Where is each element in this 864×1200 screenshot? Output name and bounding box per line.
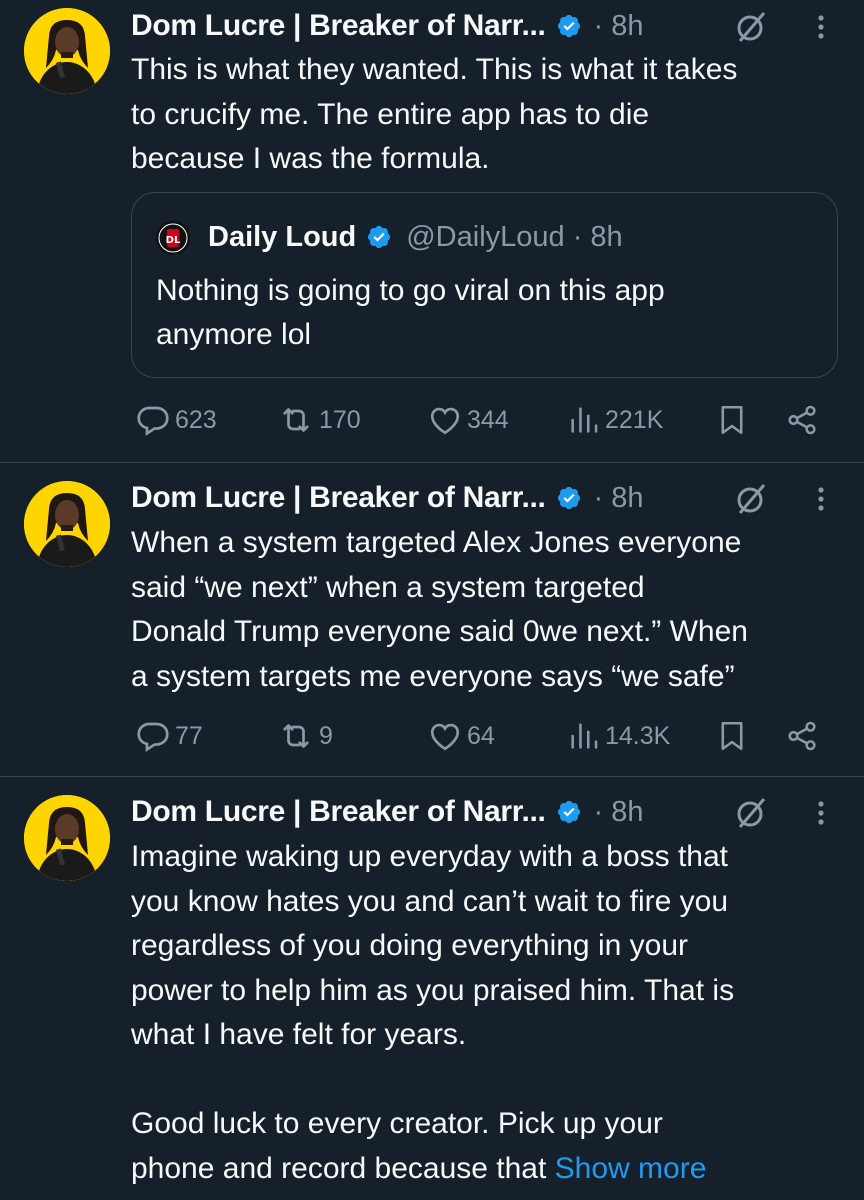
bookmark-button[interactable]	[715, 714, 749, 758]
reply-icon	[137, 722, 169, 753]
author-name[interactable]: Dom Lucre | Breaker of Narr...	[131, 9, 546, 43]
view-count: 14.3K	[605, 721, 671, 750]
svg-text:DL: DL	[166, 235, 181, 246]
repost-button[interactable]: 170	[277, 398, 361, 442]
tweet-1[interactable]: Dom Lucre | Breaker of Narr... · 8h This…	[0, 0, 864, 462]
tweet-time[interactable]: · 8h	[594, 796, 644, 829]
tweet-time[interactable]: · 8h	[594, 482, 644, 515]
avatar[interactable]	[24, 481, 110, 567]
quoted-tweet[interactable]: DL Daily Loud @DailyLoud · 8h Nothing is…	[131, 192, 838, 378]
tweet-text: This is what they wanted. This is what i…	[131, 53, 738, 175]
verified-badge-icon	[368, 225, 391, 249]
grok-icon[interactable]	[734, 10, 768, 44]
share-icon	[788, 405, 816, 435]
views-icon	[571, 723, 598, 749]
action-bar: 623 170 344 221K	[131, 398, 831, 442]
views-icon	[571, 407, 598, 433]
author-name[interactable]: Dom Lucre | Breaker of Narr...	[131, 795, 546, 829]
views-button[interactable]: 14.3K	[567, 714, 670, 758]
more-vertical-icon[interactable]	[814, 796, 828, 830]
bookmark-button[interactable]	[715, 398, 749, 442]
share-button[interactable]	[785, 398, 819, 442]
verified-badge-icon	[557, 14, 580, 38]
like-button[interactable]: 344	[427, 398, 509, 442]
like-icon	[430, 407, 460, 435]
grok-icon[interactable]	[734, 482, 768, 516]
quote-avatar: DL	[156, 221, 190, 255]
more-vertical-icon[interactable]	[814, 482, 828, 516]
like-icon	[430, 723, 460, 751]
tweet-text-content: Imagine waking up everyday with a boss t…	[131, 840, 735, 1185]
share-button[interactable]	[785, 714, 819, 758]
tweet-text: When a system targeted Alex Jones everyo…	[131, 526, 748, 693]
share-icon	[788, 721, 816, 751]
tweet-3[interactable]: Dom Lucre | Breaker of Narr... · 8h Imag…	[0, 777, 864, 1200]
avatar[interactable]	[24, 795, 110, 881]
avatar[interactable]	[24, 8, 110, 94]
view-count: 221K	[605, 405, 664, 434]
like-button[interactable]: 64	[427, 714, 495, 758]
repost-button[interactable]: 9	[277, 714, 333, 758]
reply-count: 623	[175, 405, 217, 434]
reply-icon	[137, 406, 169, 437]
more-vertical-icon[interactable]	[814, 10, 828, 44]
repost-icon	[283, 408, 309, 432]
tweet-text: Imagine waking up everyday with a boss t…	[131, 835, 841, 1191]
like-count: 64	[467, 721, 495, 750]
reply-count: 77	[175, 721, 203, 750]
verified-badge-icon	[557, 486, 580, 510]
views-button[interactable]: 221K	[567, 398, 663, 442]
bookmark-icon	[721, 721, 743, 751]
quote-author-name: Daily Loud	[208, 220, 357, 253]
quote-text: Nothing is going to go viral on this app…	[156, 274, 665, 351]
grok-icon[interactable]	[734, 796, 768, 830]
reply-button[interactable]: 623	[135, 398, 217, 442]
tweet-time[interactable]: · 8h	[594, 10, 644, 43]
repost-icon	[283, 724, 309, 748]
bookmark-icon	[721, 405, 743, 435]
tweet-2[interactable]: Dom Lucre | Breaker of Narr... · 8h When…	[0, 463, 864, 775]
repost-count: 170	[319, 405, 361, 434]
like-count: 344	[467, 405, 509, 434]
quote-handle: @DailyLoud · 8h	[406, 220, 623, 253]
author-name[interactable]: Dom Lucre | Breaker of Narr...	[131, 481, 546, 515]
reply-button[interactable]: 77	[135, 714, 203, 758]
action-bar: 77 9 64 14.3K	[131, 714, 831, 758]
show-more-link[interactable]: Show more	[555, 1152, 707, 1185]
repost-count: 9	[319, 721, 333, 750]
verified-badge-icon	[557, 800, 580, 824]
